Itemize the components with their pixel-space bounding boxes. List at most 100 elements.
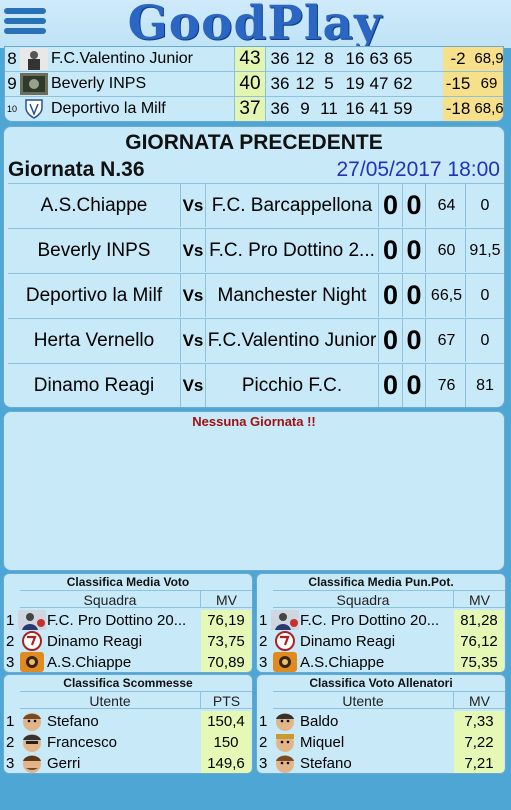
played-cell: 36 — [270, 49, 290, 68]
panel-title: Classifica Media Pun.Pot. — [308, 575, 454, 589]
round-date: 27/05/2017 18:00 — [336, 158, 501, 181]
away-team: F.C. Pro Dottino 2... — [209, 240, 375, 261]
list-item[interactable]: 2 Dinamo Reagi 76,12 — [257, 631, 505, 652]
value-cell: 76,12 — [454, 631, 504, 652]
column-header-value: PTS — [200, 691, 252, 709]
user-name: Stefano — [300, 755, 352, 772]
team-name: Dinamo Reagi — [300, 633, 396, 650]
coach-avatar-icon — [18, 610, 46, 630]
table-row[interactable]: 8 F.C.Valentino Junior 43 36 12 8 16 63 … — [5, 47, 503, 72]
match-row[interactable]: Dinamo Reagi Vs Picchio F.C. 0 0 76 81 — [8, 363, 504, 407]
coach-vote-ranking-panel: Classifica Voto Allenatori Utente MV 1 B… — [256, 674, 506, 774]
match-row[interactable]: Deportivo la Milf Vs Manchester Night 0 … — [8, 273, 504, 317]
goal-diff-cell: -18 — [443, 97, 473, 121]
away-score: 0 — [402, 274, 426, 317]
rank-position: 9 — [7, 74, 17, 93]
goal-diff-cell: -2 — [443, 47, 473, 71]
rank-position: 3 — [259, 654, 268, 671]
team-name: F.C. Pro Dottino 20... — [300, 612, 440, 629]
list-item[interactable]: 3 A.S.Chiappe 75,35 — [257, 652, 505, 672]
panel-title: Classifica Voto Allenatori — [309, 676, 453, 690]
home-score: 0 — [378, 229, 402, 272]
draw-cell: 5 — [324, 74, 334, 93]
home-team: Herta Vernello — [33, 330, 155, 351]
lost-cell: 16 — [345, 99, 365, 118]
user-name: Stefano — [47, 713, 99, 730]
match-row[interactable]: Beverly INPS Vs F.C. Pro Dottino 2... 0 … — [8, 228, 504, 272]
app-logo: GoodPlay — [127, 0, 383, 51]
rank-position: 2 — [6, 633, 15, 650]
away-team: F.C. Barcappellona — [211, 195, 373, 216]
rank-position: 3 — [259, 755, 268, 772]
draw-cell: 11 — [320, 99, 338, 118]
away-vote: 0 — [480, 197, 490, 214]
value-cell: 150,4 — [201, 711, 251, 732]
avg-vote-cell: 69 — [473, 72, 503, 96]
value-cell: 70,89 — [201, 652, 251, 672]
list-item[interactable]: 1 Baldo 7,33 — [257, 711, 505, 732]
hamburger-menu-icon[interactable] — [4, 4, 46, 44]
list-item[interactable]: 3 Stefano 7,21 — [257, 753, 505, 773]
away-score: 0 — [402, 229, 426, 272]
list-item[interactable]: 1 Stefano 150,4 — [4, 711, 252, 732]
list-item[interactable]: 1 F.C. Pro Dottino 20... 81,28 — [257, 610, 505, 631]
team-points: 37 — [234, 97, 266, 121]
home-team: Dinamo Reagi — [33, 375, 155, 396]
user-avatar-icon — [271, 753, 299, 773]
team-shield-icon — [20, 98, 48, 120]
list-item[interactable]: 1 F.C. Pro Dottino 20... 76,19 — [4, 610, 252, 631]
played-cell: 36 — [270, 99, 290, 118]
user-name: Gerri — [47, 755, 81, 772]
list-item[interactable]: 2 Dinamo Reagi 73,75 — [4, 631, 252, 652]
goal-diff-cell: -15 — [443, 72, 473, 96]
team-points: 40 — [234, 72, 266, 96]
lost-cell: 16 — [345, 49, 365, 68]
match-row[interactable]: A.S.Chiappe Vs F.C. Barcappellona 0 0 64… — [8, 183, 504, 227]
column-header-value: MV — [453, 590, 505, 608]
value-cell: 81,28 — [454, 610, 504, 631]
table-row[interactable]: 10 Deportivo la Milf 37 36 9 11 16 41 59… — [5, 97, 503, 121]
home-score: 0 — [378, 274, 402, 317]
team-logo-icon — [18, 631, 46, 651]
away-vote: 81 — [476, 377, 494, 394]
avg-vote-cell: 68,9 — [473, 47, 503, 71]
team-logo-icon — [20, 73, 48, 95]
vs-label: Vs — [180, 229, 206, 272]
team-name: A.S.Chiappe — [300, 654, 385, 671]
vs-label: Vs — [180, 319, 206, 362]
rank-position: 1 — [6, 713, 15, 730]
lost-cell: 19 — [345, 74, 365, 93]
goals-for-cell: 41 — [369, 99, 389, 118]
team-points: 43 — [234, 47, 266, 71]
rank-position: 2 — [259, 633, 268, 650]
match-row[interactable]: Herta Vernello Vs F.C.Valentino Junior 0… — [8, 318, 504, 362]
won-cell: 12 — [295, 74, 315, 93]
list-item[interactable]: 2 Miquel 7,22 — [257, 732, 505, 753]
coach-avatar-icon — [20, 48, 48, 70]
away-team: F.C.Valentino Junior — [207, 330, 377, 351]
column-header-team: Squadra — [273, 590, 453, 608]
avg-potential-points-panel: Classifica Media Pun.Pot. Squadra MV 1 F… — [256, 573, 506, 673]
list-item[interactable]: 3 A.S.Chiappe 70,89 — [4, 652, 252, 672]
won-cell: 9 — [300, 99, 310, 118]
app-header: GoodPlay — [0, 0, 511, 51]
goals-against-cell: 59 — [393, 99, 413, 118]
away-team: Manchester Night — [217, 285, 367, 306]
away-score: 0 — [402, 364, 426, 407]
team-logo-icon — [18, 652, 46, 672]
value-cell: 76,19 — [201, 610, 251, 631]
value-cell: 7,22 — [454, 732, 504, 753]
table-row[interactable]: 9 Beverly INPS 40 36 12 5 19 47 62 -15 6… — [5, 72, 503, 97]
away-score: 0 — [402, 319, 426, 362]
list-item[interactable]: 3 Gerri 149,6 — [4, 753, 252, 773]
value-cell: 7,21 — [454, 753, 504, 773]
user-avatar-icon — [18, 753, 46, 773]
list-item[interactable]: 2 Francesco 150 — [4, 732, 252, 753]
rank-position: 3 — [6, 654, 15, 671]
user-name: Francesco — [47, 734, 118, 751]
panel-title: Classifica Scommesse — [63, 676, 193, 690]
away-team: Picchio F.C. — [241, 375, 343, 396]
won-cell: 12 — [295, 49, 315, 68]
vs-label: Vs — [180, 274, 206, 317]
user-avatar-icon — [18, 732, 46, 752]
